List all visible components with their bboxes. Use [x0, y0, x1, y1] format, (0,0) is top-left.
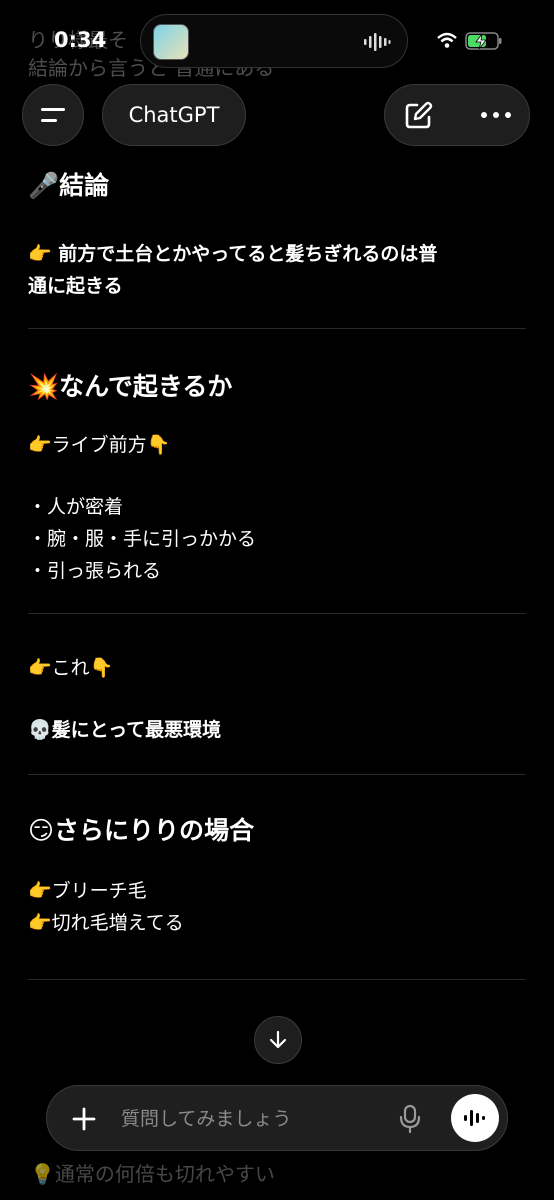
plus-icon[interactable] [69, 1104, 99, 1134]
voice-wave-icon [464, 1110, 485, 1126]
model-selector-button[interactable]: ChatGPT [102, 84, 246, 146]
status-icons [437, 32, 502, 50]
battery-icon [465, 32, 502, 50]
voice-mode-button[interactable] [451, 1094, 499, 1142]
conclusion-text-line-2: 通に起きる [28, 275, 123, 297]
why-subheading: 👉ライブ前方👇 [28, 434, 171, 456]
section-heading-why: 💥なんで起きるか [28, 372, 233, 401]
divider [28, 979, 526, 980]
riri-case-line: 👉ブリーチ毛 [28, 880, 147, 902]
audio-wave-icon [364, 33, 391, 51]
conclusion-text-line-1: 👉 前方で土台とかやってると髪ちぎれるのは普 [28, 243, 438, 265]
why-bullet: ・人が密着 [28, 496, 124, 518]
this-subheading: 👉これ👇 [28, 657, 114, 679]
now-playing-app-icon [153, 24, 189, 60]
app-title: ChatGPT [128, 103, 220, 127]
mic-icon[interactable] [397, 1103, 423, 1135]
edit-icon[interactable] [401, 99, 435, 133]
section-heading-conclusion: 🎤結論 [28, 171, 110, 200]
top-actions-group [384, 84, 530, 146]
riri-case-line: 👉切れ毛増えてる [28, 912, 184, 934]
wifi-icon [437, 32, 457, 48]
dynamic-island [140, 14, 408, 68]
scroll-to-bottom-button[interactable] [254, 1016, 302, 1064]
sidebar-menu-button[interactable] [22, 84, 84, 146]
arrow-down-icon [269, 1030, 287, 1049]
why-bullet: ・引っ張られる [28, 560, 162, 582]
message-composer [46, 1085, 508, 1151]
section-heading-riri-case: 😏さらにりりの場合 [28, 816, 255, 845]
menu-icon [41, 108, 65, 122]
message-input[interactable] [119, 1104, 393, 1134]
assistant-message: 🎤結論 👉 前方で土台とかやってると髪ちぎれるのは普 通に起きる 💥なんで起きる… [28, 160, 526, 980]
more-icon[interactable] [479, 105, 513, 125]
status-time: 0:34 [54, 28, 107, 52]
why-bullet: ・腕・服・手に引っかかる [28, 528, 257, 550]
worst-environment-text: 💀髪にとって最悪環境 [28, 719, 222, 741]
faded-next-line: 💡通常の何倍も切れやすい [30, 1162, 275, 1186]
